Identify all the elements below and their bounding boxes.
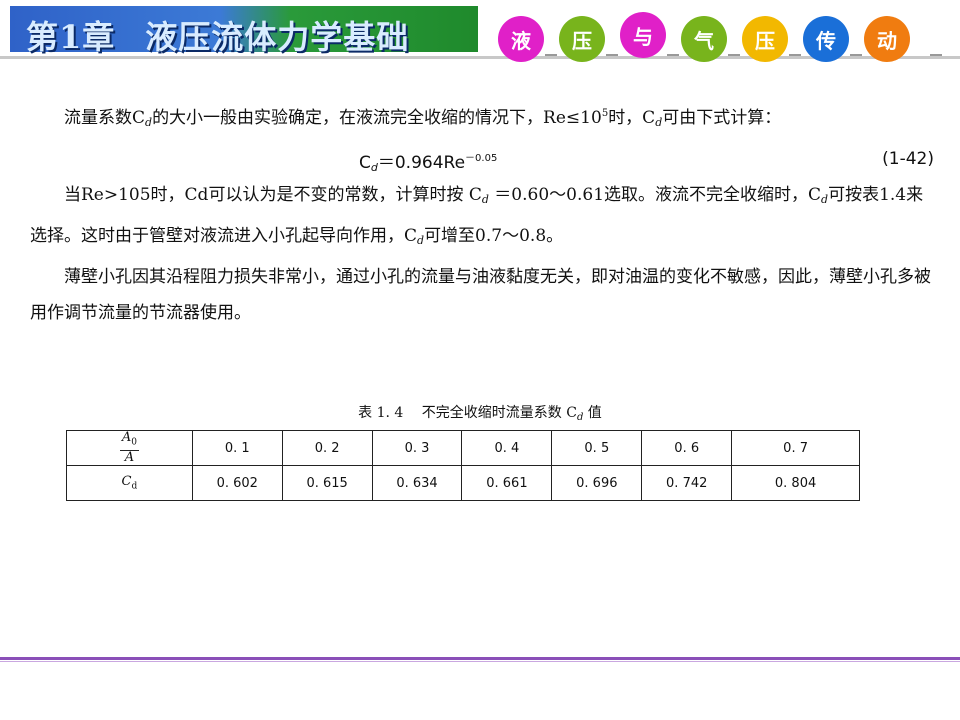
area-ratio-fraction: A0 A bbox=[119, 430, 139, 465]
text-run: 流量系数C bbox=[64, 108, 146, 128]
bubble-connector bbox=[789, 54, 801, 56]
text-run: 表 1. 4 不完全收缩时流量系数 C bbox=[358, 405, 577, 421]
superscript: －0.05 bbox=[465, 153, 498, 164]
text-run: A bbox=[124, 449, 135, 465]
footer-divider bbox=[0, 657, 960, 660]
area-ratio-cell: 0. 3 bbox=[371, 430, 463, 466]
text-run: 当Re>105时，Cd可以认为是不变的常数，计算时按 C bbox=[64, 185, 482, 205]
bubble-char: 传 bbox=[803, 16, 849, 62]
bubble-char: 动 bbox=[864, 16, 910, 62]
text-run: 的大小一般由实验确定，在液流完全收缩的情况下，Re≤10 bbox=[152, 108, 602, 128]
bubble-connector bbox=[606, 54, 618, 56]
subscript: d bbox=[481, 193, 489, 206]
chapter-title-banner: 第1章 液压流体力学基础 bbox=[10, 6, 478, 56]
chapter-title: 第1章 液压流体力学基础 bbox=[26, 12, 409, 58]
cd-value-cell: 0. 742 bbox=[641, 465, 733, 501]
cd-value-cell: 0. 634 bbox=[371, 465, 463, 501]
slide-body: 流量系数Cd的大小一般由实验确定，在液流完全收缩的情况下，Re≤105时，Cd可… bbox=[30, 96, 934, 331]
equation-number: (1-42) bbox=[882, 149, 934, 169]
paragraph-flow-coefficient: 流量系数Cd的大小一般由实验确定，在液流完全收缩的情况下，Re≤105时，Cd可… bbox=[30, 96, 934, 141]
bubble-connector bbox=[728, 54, 740, 56]
subscript: d bbox=[131, 481, 138, 492]
subscript: d bbox=[417, 234, 425, 247]
bubble-char: 压 bbox=[559, 16, 605, 62]
bubble-connector bbox=[667, 54, 679, 56]
area-ratio-cell: 0. 7 bbox=[731, 430, 860, 466]
formula: Cd＝0.964Re－0.05 bbox=[359, 141, 497, 186]
paragraph-incomplete-contraction: 当Re>105时，Cd可以认为是不变的常数，计算时按 Cd ＝0.60～0.61… bbox=[30, 177, 934, 259]
bubble-char: 气 bbox=[681, 16, 727, 62]
text-run: C bbox=[359, 153, 371, 173]
chapter-number: 第1章 bbox=[26, 18, 116, 56]
bubble-char: 与 bbox=[620, 12, 666, 58]
cd-value-cell: 0. 696 bbox=[551, 465, 643, 501]
cd-value-cell: 0. 615 bbox=[281, 465, 373, 501]
area-ratio-cell: 0. 5 bbox=[551, 430, 643, 466]
area-ratio-cell: 0. 4 bbox=[461, 430, 553, 466]
cd-label: Cd bbox=[66, 465, 193, 501]
table-caption: 表 1. 4 不完全收缩时流量系数 Cd 值 bbox=[0, 402, 960, 423]
text-run: ＝0.964Re bbox=[377, 153, 466, 173]
subscript: d bbox=[370, 161, 378, 174]
text-run: A bbox=[121, 430, 132, 446]
cd-value-cell: 0. 804 bbox=[731, 465, 860, 501]
slide-header: 第1章 液压流体力学基础 液压与气压传动 bbox=[0, 0, 960, 62]
table-row-cd: Cd 0. 602 0. 615 0. 634 0. 661 0. 696 0. 742 0… bbox=[66, 465, 860, 501]
text-run: ＝0.60～0.61选取。液流不完全收缩时，C bbox=[488, 185, 822, 205]
table-row-area-ratio: A0 A 0. 1 0. 2 0. 3 0. 4 0. 5 0. 6 0. 7 bbox=[66, 430, 860, 466]
paragraph-thin-wall-orifice: 薄壁小孔因其沿程阻力损失非常小，通过小孔的流量与油液黏度无关，即对油温的变化不敏… bbox=[30, 267, 931, 323]
bubble-connector bbox=[930, 54, 942, 56]
formula-row: Cd＝0.964Re－0.05 (1-42) bbox=[30, 141, 934, 177]
subscript: d bbox=[145, 116, 153, 129]
subscript: 0 bbox=[131, 437, 137, 448]
bubble-connector bbox=[545, 54, 557, 56]
bubble-connector bbox=[850, 54, 862, 56]
cd-value-cell: 0. 602 bbox=[191, 465, 283, 501]
area-ratio-cell: 0. 1 bbox=[191, 430, 283, 466]
area-ratio-label: A0 A bbox=[66, 430, 193, 466]
bubble-char: 压 bbox=[742, 16, 788, 62]
text-run: C bbox=[121, 474, 132, 490]
text-run: 值 bbox=[583, 405, 602, 421]
chapter-name: 液压流体力学基础 bbox=[145, 18, 410, 56]
footer-divider-thin bbox=[0, 661, 960, 662]
text-run: 可增至0.7～0.8。 bbox=[424, 226, 564, 246]
cd-value-cell: 0. 661 bbox=[461, 465, 553, 501]
text-run: 时，C bbox=[608, 108, 656, 128]
flow-coefficient-table: A0 A 0. 1 0. 2 0. 3 0. 4 0. 5 0. 6 0. 7 Cd 0. 6… bbox=[66, 430, 860, 501]
area-ratio-cell: 0. 2 bbox=[281, 430, 373, 466]
area-ratio-cell: 0. 6 bbox=[641, 430, 733, 466]
text-run: 可由下式计算： bbox=[662, 108, 782, 128]
bubble-char: 液 bbox=[498, 16, 544, 62]
